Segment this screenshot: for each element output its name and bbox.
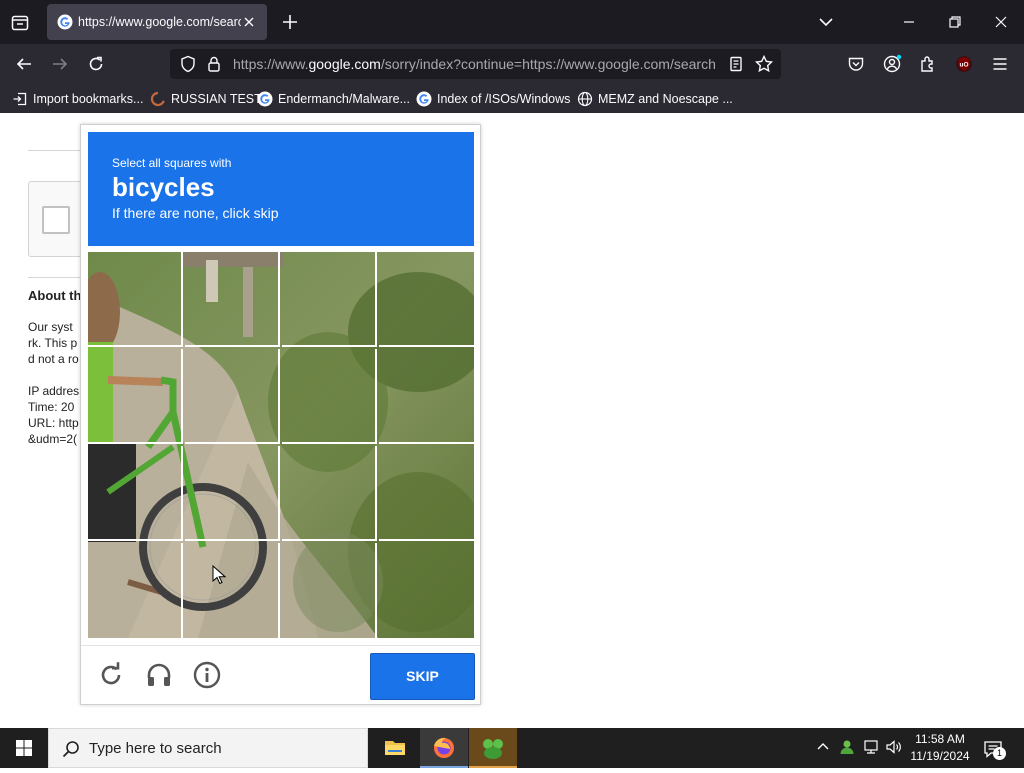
- captcha-hint: If there are none, click skip: [112, 205, 279, 221]
- import-icon: [12, 91, 28, 107]
- divider: [28, 277, 88, 278]
- captcha-tile[interactable]: [282, 446, 377, 541]
- captcha-tile[interactable]: [282, 349, 377, 444]
- about-heading: About th: [28, 288, 82, 303]
- google-favicon-icon: [57, 14, 73, 30]
- firefox-icon[interactable]: [420, 728, 468, 768]
- bookmark-memz[interactable]: MEMZ and Noescape ...: [577, 90, 733, 108]
- captcha-image-grid: [88, 252, 474, 638]
- page-content: About th Our syst rk. This p d not a ro …: [0, 113, 1024, 728]
- minimize-icon[interactable]: [899, 12, 919, 32]
- captcha-tile[interactable]: [88, 543, 183, 638]
- clock-time: 11:58 AM: [915, 732, 965, 746]
- captcha-footer: SKIP: [81, 645, 480, 705]
- captcha-target: bicycles: [112, 172, 215, 202]
- chevron-up-icon[interactable]: [814, 738, 832, 756]
- extensions-icon[interactable]: [918, 54, 938, 74]
- time-line: Time: 20: [28, 400, 75, 414]
- close-tab-icon[interactable]: [241, 14, 257, 30]
- captcha-tile[interactable]: [379, 446, 474, 541]
- body-text-line: d not a ro: [28, 352, 79, 366]
- windows-start-icon[interactable]: [0, 728, 48, 768]
- network-icon[interactable]: [862, 738, 880, 756]
- url-line: URL: http: [28, 416, 79, 430]
- url-text[interactable]: https://www.google.com/sorry/index?conti…: [233, 56, 717, 72]
- info-icon[interactable]: [192, 660, 222, 690]
- captcha-tile[interactable]: [282, 252, 377, 347]
- captcha-tile[interactable]: [185, 543, 280, 638]
- hamburger-menu-icon[interactable]: [990, 54, 1010, 74]
- captcha-tile[interactable]: [379, 349, 474, 444]
- ip-address-line: IP addres: [28, 384, 80, 398]
- captcha-tile[interactable]: [185, 446, 280, 541]
- captcha-instruction: Select all squares with: [112, 156, 232, 170]
- pocket-icon[interactable]: [846, 54, 866, 74]
- taskbar: Type here to search 11:58 AM 11/19/2024 …: [0, 728, 1024, 768]
- globe-icon: [577, 91, 593, 107]
- audio-challenge-icon[interactable]: [144, 660, 174, 690]
- new-tab-icon[interactable]: [280, 12, 300, 32]
- url-line-continued: &udm=2(: [28, 432, 78, 446]
- body-text-line: Our syst: [28, 320, 73, 334]
- ublock-origin-icon[interactable]: uO: [954, 54, 974, 74]
- captcha-tile[interactable]: [282, 543, 377, 638]
- navigation-toolbar: https://www.google.com/sorry/index?conti…: [0, 44, 1024, 84]
- forward-icon[interactable]: [50, 54, 70, 74]
- user-status-icon[interactable]: [838, 738, 856, 756]
- recaptcha-checkbox[interactable]: [42, 206, 70, 234]
- account-icon[interactable]: [882, 54, 902, 74]
- bonzi-app-icon[interactable]: [469, 728, 517, 768]
- system-clock[interactable]: 11:58 AM 11/19/2024: [904, 731, 976, 765]
- body-text-line: rk. This p: [28, 336, 78, 350]
- recaptcha-widget[interactable]: [28, 181, 88, 257]
- active-tab[interactable]: https://www.google.com/search: [47, 4, 267, 40]
- captcha-tile[interactable]: [379, 252, 474, 347]
- tab-title: https://www.google.com/search: [78, 15, 241, 29]
- notification-icon[interactable]: 1: [983, 739, 1006, 760]
- close-window-icon[interactable]: [991, 12, 1011, 32]
- bookmark-russian-test[interactable]: RUSSIAN TEST: [150, 90, 262, 108]
- divider: [28, 150, 88, 151]
- bookmark-isos[interactable]: Index of /ISOs/Windows: [416, 90, 570, 108]
- search-placeholder: Type here to search: [89, 740, 222, 757]
- volume-icon[interactable]: [885, 738, 903, 756]
- back-icon[interactable]: [14, 54, 34, 74]
- bookmarks-toolbar: Import bookmarks... RUSSIAN TEST Enderma…: [0, 84, 1024, 113]
- site-icon: [150, 91, 166, 107]
- file-explorer-icon[interactable]: [371, 728, 419, 768]
- tab-strip: https://www.google.com/search: [0, 0, 1024, 44]
- tracking-protection-shield-icon[interactable]: [178, 54, 198, 74]
- bookmark-endermanch[interactable]: Endermanch/Malware...: [257, 90, 410, 108]
- mouse-cursor-icon: [212, 564, 227, 585]
- reader-view-icon[interactable]: [726, 54, 746, 74]
- captcha-tile[interactable]: [88, 446, 183, 541]
- chevron-down-icon[interactable]: [817, 13, 835, 31]
- search-icon: [61, 739, 81, 759]
- captcha-tile[interactable]: [185, 252, 280, 347]
- google-icon: [416, 91, 432, 107]
- tab-list-icon[interactable]: [8, 10, 32, 34]
- reload-icon[interactable]: [86, 54, 106, 74]
- svg-text:uO: uO: [959, 62, 968, 69]
- clock-date: 11/19/2024: [910, 749, 970, 763]
- captcha-tile[interactable]: [88, 252, 183, 347]
- bookmark-star-icon[interactable]: [754, 54, 774, 74]
- notification-count: 1: [993, 747, 1006, 760]
- address-bar[interactable]: https://www.google.com/sorry/index?conti…: [170, 49, 781, 79]
- browser-window: https://www.google.com/search https://ww…: [0, 0, 1024, 728]
- captcha-tile[interactable]: [88, 349, 183, 444]
- google-icon: [257, 91, 273, 107]
- captcha-tile[interactable]: [185, 349, 280, 444]
- bookmark-import[interactable]: Import bookmarks...: [12, 90, 143, 108]
- captcha-challenge: Select all squares with bicycles If ther…: [80, 124, 481, 705]
- captcha-header: Select all squares with bicycles If ther…: [88, 132, 474, 246]
- reload-challenge-icon[interactable]: [96, 660, 126, 690]
- restore-icon[interactable]: [945, 12, 965, 32]
- lock-icon[interactable]: [204, 54, 224, 74]
- taskbar-search-box[interactable]: Type here to search: [48, 728, 368, 768]
- skip-button[interactable]: SKIP: [370, 653, 475, 700]
- captcha-tile[interactable]: [379, 543, 474, 638]
